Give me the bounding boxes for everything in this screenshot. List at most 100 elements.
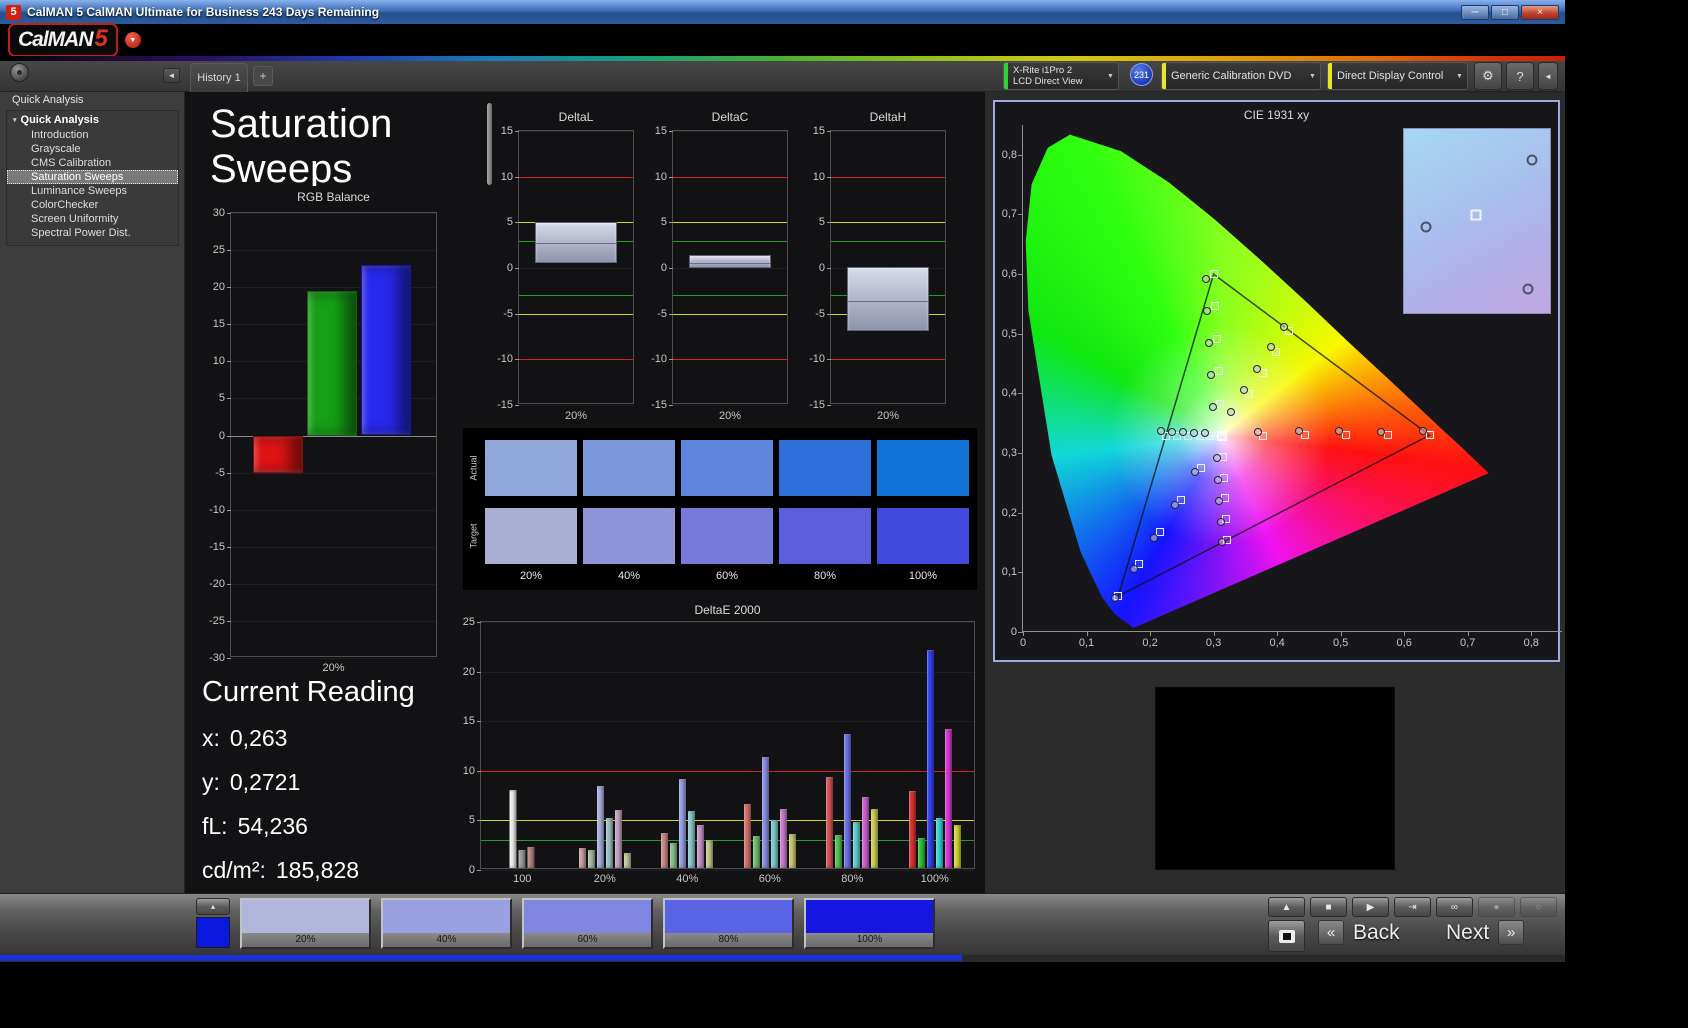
tick-mark bbox=[1277, 631, 1279, 636]
axis-tick-label: -5 bbox=[215, 466, 225, 479]
add-tab-button[interactable]: + bbox=[253, 66, 273, 86]
help-icon[interactable]: ? bbox=[1506, 62, 1534, 90]
workspace-button[interactable] bbox=[10, 63, 29, 82]
reference-line bbox=[519, 176, 633, 178]
tick-mark bbox=[827, 268, 831, 269]
panel-collapse-icon[interactable]: ◄ bbox=[1538, 62, 1558, 90]
loop-button[interactable]: ∞ bbox=[1436, 897, 1473, 917]
reference-line bbox=[673, 359, 787, 361]
bar-group: 100 bbox=[509, 789, 535, 885]
target-swatch bbox=[485, 508, 577, 564]
sidebar-item-grayscale[interactable]: Grayscale bbox=[7, 142, 178, 156]
bar bbox=[770, 820, 778, 868]
bar-group: 100% bbox=[908, 649, 961, 885]
axis-tick-label: 5 bbox=[660, 216, 667, 229]
gridline bbox=[519, 268, 633, 269]
tick-mark bbox=[477, 622, 481, 623]
delta-h-chart: DeltaH 15 10 5 0 -5 -10 -15 20% bbox=[802, 110, 952, 430]
back-button[interactable]: « Back bbox=[1318, 920, 1400, 945]
close-button[interactable]: × bbox=[1521, 4, 1559, 20]
bar bbox=[614, 810, 622, 868]
bar bbox=[752, 836, 760, 868]
axis-tick-label: -20 bbox=[209, 577, 225, 590]
axis-tick-label: 25 bbox=[212, 244, 225, 257]
logo-dropdown-icon[interactable]: ▼ bbox=[124, 32, 141, 48]
patch-label: 20% bbox=[242, 933, 369, 947]
chevron-down-icon[interactable]: ▼ bbox=[1452, 73, 1467, 80]
patch-button-100pct[interactable]: 100% bbox=[804, 898, 935, 949]
bar bbox=[779, 809, 787, 868]
axis-tick-label: 15 bbox=[654, 125, 667, 137]
page-title: Saturation Sweeps bbox=[210, 102, 393, 186]
patch-label: 100% bbox=[806, 933, 933, 947]
cie-zoom-inset bbox=[1403, 128, 1551, 314]
tick-mark bbox=[227, 509, 231, 511]
pattern-window-button[interactable] bbox=[1268, 920, 1305, 952]
axis-tick-label: 20% bbox=[519, 570, 543, 582]
saturation-swatch-table: Actual Target 20% 40% 60% 80% 100% bbox=[463, 428, 977, 590]
sidebar-item-saturation-sweeps[interactable]: Saturation Sweeps bbox=[7, 170, 178, 184]
calman-logo: CalMAN 5 bbox=[8, 23, 118, 57]
delta-l-chart: DeltaL 15 10 5 0 -5 -10 -15 20% bbox=[490, 110, 640, 430]
layout-tree: ▾ Quick Analysis Introduction Grayscale CM… bbox=[6, 110, 179, 246]
sidebar-item-quick-analysis-root[interactable]: ▾ Quick Analysis bbox=[7, 111, 178, 128]
patch-button-20pct[interactable]: 20% bbox=[240, 898, 371, 949]
skip-button[interactable]: ⇥ bbox=[1394, 897, 1431, 917]
reading-y: y: 0,2721 bbox=[202, 769, 301, 795]
maximize-button[interactable]: □ bbox=[1491, 4, 1519, 20]
sidebar-item-screen-uniformity[interactable]: Screen Uniformity bbox=[7, 212, 178, 226]
sidebar-item-colorchecker[interactable]: ColorChecker bbox=[7, 198, 178, 212]
display-control-dropdown[interactable]: Direct Display Control ▼ bbox=[1327, 62, 1468, 90]
inset-circle-point bbox=[1522, 283, 1534, 295]
reference-line bbox=[673, 222, 787, 224]
patch-button-60pct[interactable]: 60% bbox=[522, 898, 653, 949]
bar bbox=[743, 803, 751, 868]
tick-mark bbox=[669, 131, 673, 132]
axis-tick-label: 5 bbox=[818, 216, 825, 229]
sidebar-item-introduction[interactable]: Introduction bbox=[7, 128, 178, 142]
patch-button-40pct[interactable]: 40% bbox=[381, 898, 512, 949]
tick-mark bbox=[1018, 274, 1023, 276]
target-point bbox=[1215, 399, 1224, 408]
gridline bbox=[519, 405, 633, 406]
meter-dropdown[interactable]: X-Rite i1Pro 2 LCD Direct View ▼ bbox=[1003, 62, 1119, 90]
patch-collapse-button[interactable]: ▴ bbox=[196, 898, 230, 915]
chevron-down-icon[interactable]: ▼ bbox=[1103, 73, 1118, 80]
standby-button[interactable]: ○ bbox=[1520, 897, 1557, 917]
next-button[interactable]: Next » bbox=[1446, 920, 1525, 945]
axis-tick-label: -10 bbox=[809, 353, 825, 366]
chart-title: DeltaC bbox=[711, 110, 749, 124]
tick-mark bbox=[227, 361, 231, 363]
minimize-button[interactable]: ─ bbox=[1461, 4, 1489, 20]
tick-mark bbox=[669, 268, 673, 269]
sidebar-item-cms-calibration[interactable]: CMS Calibration bbox=[7, 156, 178, 170]
play-button[interactable]: ▶ bbox=[1352, 897, 1389, 917]
sidebar-item-spectral-power-dist[interactable]: Spectral Power Dist. bbox=[7, 226, 178, 240]
tree-expand-icon[interactable]: ▾ bbox=[13, 116, 17, 124]
measured-point bbox=[1294, 426, 1303, 435]
bar bbox=[908, 790, 916, 868]
chevron-down-icon[interactable]: ▼ bbox=[1305, 73, 1320, 80]
bar bbox=[518, 850, 526, 868]
pattern-source-dropdown[interactable]: Generic Calibration DVD ▼ bbox=[1161, 62, 1321, 90]
tab-history-1[interactable]: History 1 bbox=[190, 63, 248, 92]
sidebar-collapse-icon[interactable]: ◄ bbox=[163, 68, 180, 83]
next-icon[interactable]: » bbox=[1498, 920, 1525, 945]
axis-tick-label: 0,3 bbox=[1205, 637, 1222, 649]
eject-button[interactable]: ▲ bbox=[1268, 897, 1305, 917]
gridline bbox=[231, 620, 436, 622]
axis-tick-label: 25 bbox=[462, 616, 475, 628]
sidebar-item-luminance-sweeps[interactable]: Luminance Sweeps bbox=[7, 184, 178, 198]
patch-button-80pct[interactable]: 80% bbox=[663, 898, 794, 949]
meter-label: X-Rite i1Pro 2 LCD Direct View bbox=[1013, 65, 1083, 87]
inset-circle-point bbox=[1526, 154, 1538, 166]
gear-icon[interactable]: ⚙ bbox=[1474, 62, 1502, 90]
back-icon[interactable]: « bbox=[1318, 920, 1344, 945]
axis-tick-label: 0 bbox=[1019, 637, 1027, 649]
axis-tick-label: 0,1 bbox=[1001, 566, 1017, 579]
actual-swatch bbox=[779, 440, 871, 496]
record-button[interactable]: ● bbox=[1478, 897, 1515, 917]
stop-button[interactable]: ■ bbox=[1310, 897, 1347, 917]
target-swatch bbox=[779, 508, 871, 564]
measured-point bbox=[1226, 407, 1235, 416]
